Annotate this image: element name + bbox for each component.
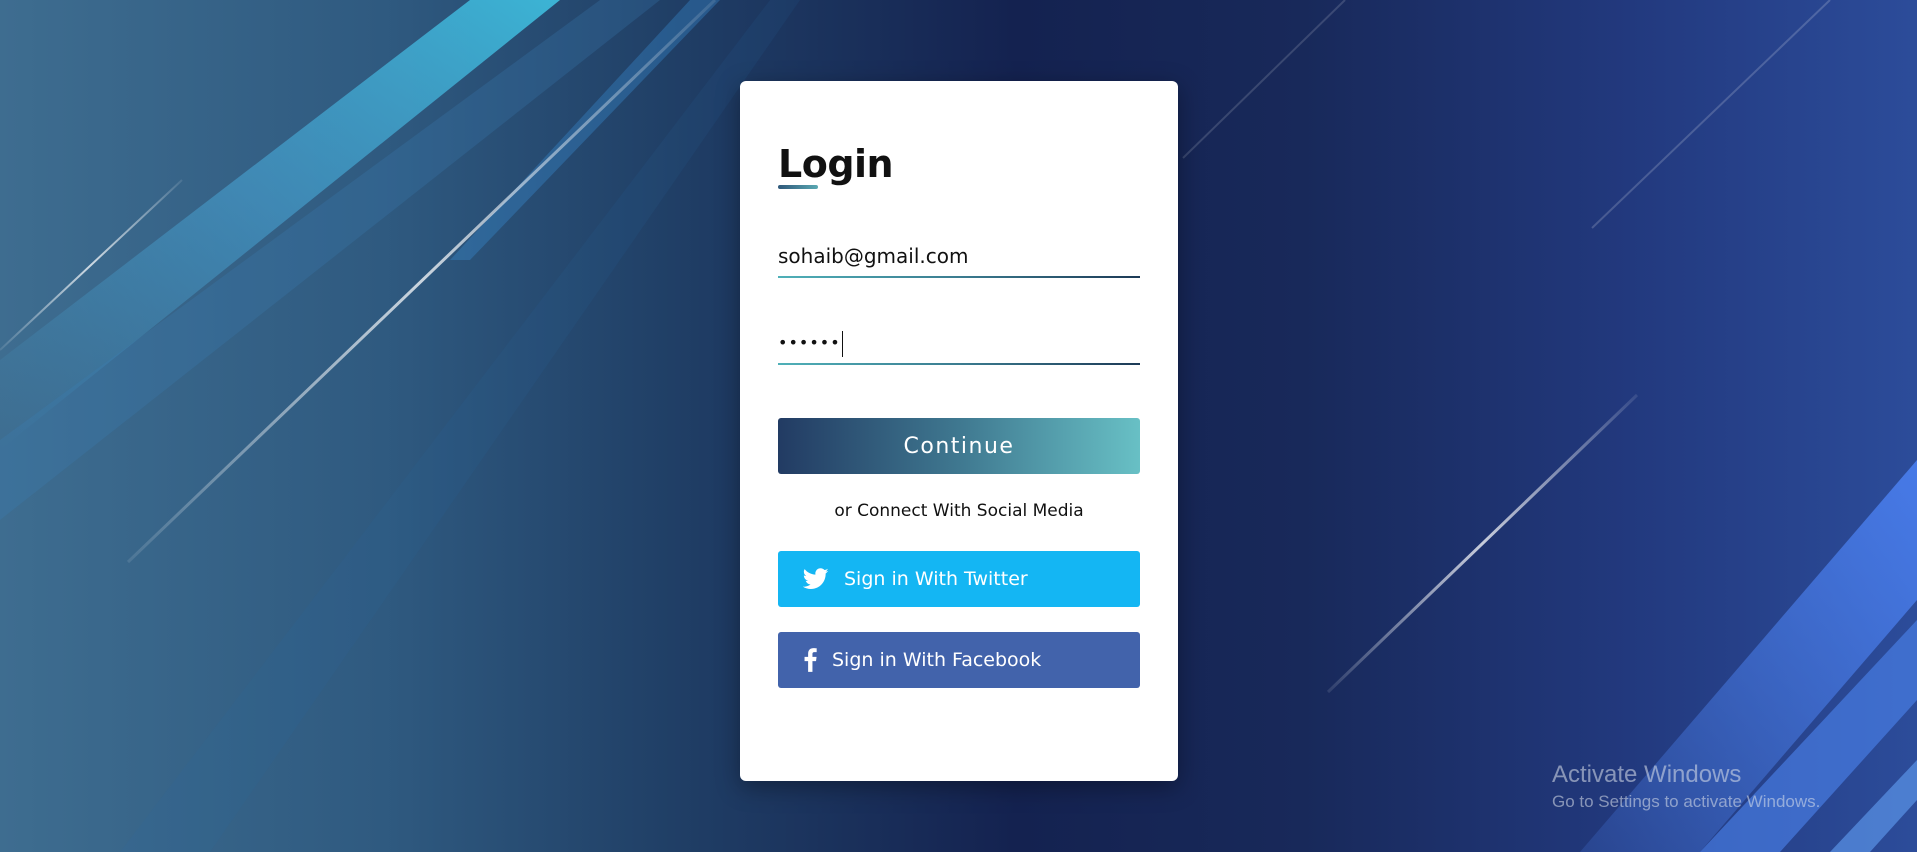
windows-activation-watermark: Activate Windows Go to Settings to activ… — [1552, 760, 1820, 814]
page-title: Login — [778, 142, 894, 186]
facebook-signin-label: Sign in With Facebook — [832, 649, 1042, 671]
email-field — [778, 236, 1140, 278]
twitter-signin-button[interactable]: Sign in With Twitter — [778, 551, 1140, 607]
twitter-icon — [802, 568, 830, 590]
password-input[interactable]: •••••• — [778, 329, 843, 357]
login-card: Login •••••• Continue or Connect With So… — [740, 81, 1178, 781]
email-underline — [778, 276, 1140, 278]
watermark-title: Activate Windows — [1552, 761, 1742, 788]
password-field[interactable]: •••••• — [778, 323, 1140, 365]
watermark-subtitle: Go to Settings to activate Windows. — [1552, 792, 1821, 811]
title-underline — [778, 185, 818, 189]
password-underline — [778, 363, 1140, 365]
password-value: •••••• — [778, 333, 841, 352]
social-divider-text: or Connect With Social Media — [834, 501, 1084, 521]
twitter-signin-label: Sign in With Twitter — [844, 568, 1028, 590]
facebook-signin-button[interactable]: Sign in With Facebook — [778, 632, 1140, 688]
continue-button[interactable]: Continue — [778, 418, 1140, 474]
text-caret — [841, 330, 843, 357]
facebook-icon — [802, 648, 818, 672]
email-input[interactable] — [778, 236, 1140, 275]
